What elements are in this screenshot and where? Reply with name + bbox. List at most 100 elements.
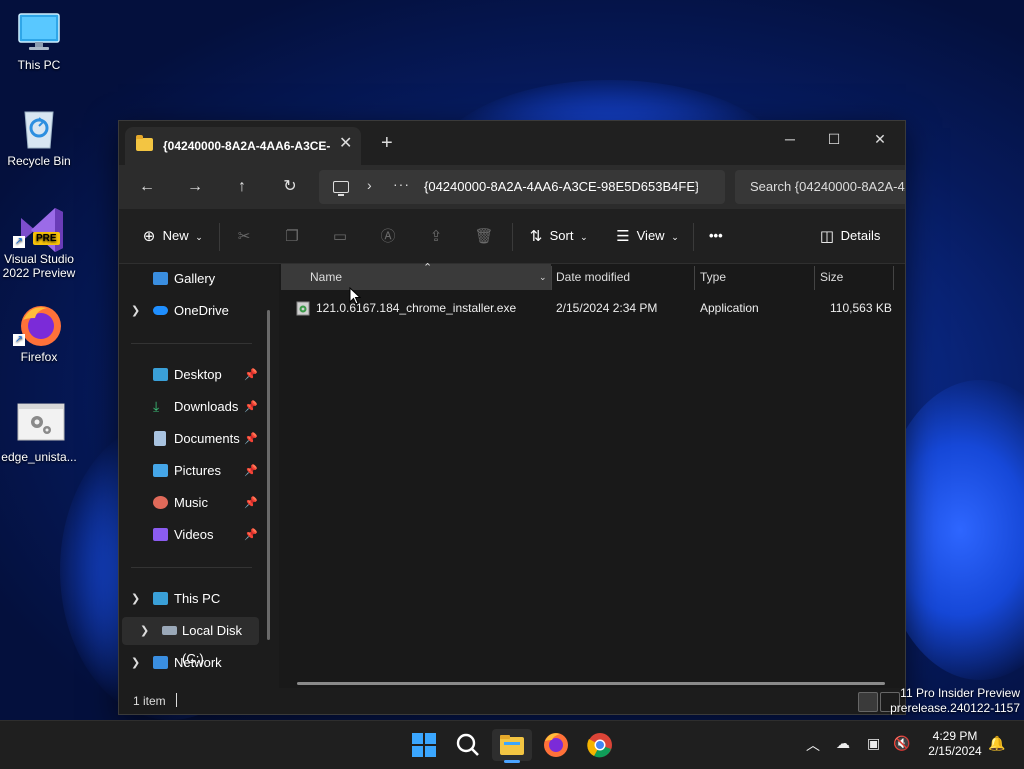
delete-icon[interactable]: 🗑	[474, 224, 494, 248]
chevron-down-icon[interactable]: ❯	[131, 585, 140, 613]
sidebar-item-videos[interactable]: Videos 📌	[119, 521, 279, 549]
tab-close-icon[interactable]: ✕	[339, 133, 352, 153]
close-button[interactable]: ✕	[857, 125, 903, 153]
pin-icon[interactable]: 📌	[244, 361, 258, 389]
windows-logo-icon	[412, 733, 436, 757]
desktop-icon-this-pc[interactable]: This PC	[0, 10, 78, 72]
path-overflow-button[interactable]: ···	[393, 176, 410, 192]
sidebar-item-onedrive[interactable]: ❯ OneDrive	[119, 297, 279, 325]
explorer-tab[interactable]: {04240000-8A2A-4AA6-A3CE- ✕	[125, 127, 361, 165]
chevron-right-icon[interactable]: ›	[367, 177, 372, 193]
pin-icon[interactable]: 📌	[244, 425, 258, 453]
search-button[interactable]	[448, 729, 488, 761]
sidebar-item-this-pc[interactable]: ❯ This PC	[119, 585, 279, 613]
new-button[interactable]: ⊕ New ⌄	[139, 224, 203, 248]
column-divider[interactable]	[814, 266, 815, 290]
up-arrow-icon[interactable]: ↑	[228, 175, 256, 199]
column-divider[interactable]	[893, 266, 894, 290]
refresh-icon[interactable]: ↻	[276, 175, 304, 199]
notification-bell-icon[interactable]: 🔔	[988, 735, 1005, 752]
sidebar-scrollbar[interactable]	[267, 310, 270, 640]
desktop-icon-label: Recycle Bin	[7, 154, 71, 168]
sort-button[interactable]: ⇅ Sort ⌄	[526, 224, 588, 248]
back-arrow-icon[interactable]: ←	[133, 175, 161, 199]
music-icon	[153, 496, 168, 509]
chevron-right-icon[interactable]: ❯	[140, 617, 149, 645]
chevron-down-icon[interactable]: ⌄	[539, 264, 547, 290]
start-button[interactable]	[404, 729, 444, 761]
details-view-button[interactable]	[858, 692, 878, 712]
sidebar-divider	[131, 343, 252, 344]
pin-icon[interactable]: 📌	[244, 521, 258, 549]
sidebar-item-local-disk[interactable]: ❯ Local Disk (C:)	[122, 617, 259, 666]
desktop-icon-firefox[interactable]: ↗ Firefox	[0, 302, 78, 364]
view-label: View	[636, 228, 665, 243]
mouse-cursor-icon	[349, 286, 362, 310]
share-icon[interactable]: ⇪	[426, 224, 446, 248]
this-pc-icon	[153, 592, 168, 605]
column-divider[interactable]	[694, 266, 695, 290]
sidebar-item-music[interactable]: Music 📌	[119, 489, 279, 517]
column-header-date[interactable]: Date modified	[556, 264, 630, 290]
column-header-size[interactable]: Size	[820, 264, 843, 290]
this-pc-icon[interactable]	[333, 181, 349, 196]
column-headers: Name ⌃ ⌄ Date modified Type Size	[279, 262, 905, 290]
taskbar-chrome[interactable]	[580, 729, 620, 761]
desktop-icon-visual-studio[interactable]: PRE ↗ Visual Studio 2022 Preview	[0, 204, 78, 280]
view-button[interactable]: ☰ View ⌄	[613, 224, 678, 248]
sidebar-item-gallery[interactable]: Gallery	[119, 265, 279, 293]
more-options-button[interactable]: •••	[709, 224, 723, 248]
column-divider[interactable]	[551, 266, 552, 290]
paste-icon[interactable]: ▭	[330, 224, 350, 248]
column-header-name[interactable]: Name ⌃ ⌄	[281, 262, 551, 290]
sidebar-item-label: OneDrive	[174, 303, 229, 318]
column-header-type[interactable]: Type	[700, 264, 726, 290]
sidebar-divider	[131, 567, 252, 568]
cloud-offline-icon[interactable]: ☁	[836, 735, 850, 752]
address-bar[interactable]: › ··· {04240000-8A2A-4AA6-A3CE-98E5D653B…	[319, 170, 725, 204]
active-app-indicator	[504, 760, 520, 763]
desktop-icon-label: edge_unista...	[1, 450, 77, 464]
pin-icon[interactable]: 📌	[244, 393, 258, 421]
volume-muted-icon[interactable]: 🔇	[893, 735, 910, 752]
taskbar-file-explorer[interactable]	[492, 729, 532, 763]
minimize-button[interactable]: ─	[767, 125, 813, 153]
status-divider	[176, 693, 177, 707]
maximize-button[interactable]: ☐	[811, 125, 857, 153]
system-clock[interactable]: 4:29 PM 2/15/2024	[920, 729, 990, 759]
sidebar-item-network[interactable]: ❯ Network	[119, 649, 279, 677]
horizontal-scrollbar[interactable]	[297, 682, 885, 685]
sidebar-item-downloads[interactable]: ⤓ Downloads 📌	[119, 393, 279, 421]
file-explorer-icon	[500, 735, 524, 755]
search-placeholder: Search {04240000-8A2A-4AA6-A3CE-98E5D653…	[750, 179, 905, 194]
file-name: 121.0.6167.184_chrome_installer.exe	[316, 301, 517, 315]
address-path[interactable]: {04240000-8A2A-4AA6-A3CE-98E5D653B4FE}	[424, 179, 698, 194]
sidebar-item-label: Documents	[174, 431, 240, 446]
pin-icon[interactable]: 📌	[244, 489, 258, 517]
table-row[interactable]: 121.0.6167.184_chrome_installer.exe 2/15…	[279, 296, 905, 320]
sidebar-item-pictures[interactable]: Pictures 📌	[119, 457, 279, 485]
chevron-right-icon[interactable]: ❯	[131, 297, 140, 325]
desktop-icon-edge-uninstall[interactable]: edge_unista...	[0, 402, 78, 464]
cut-icon[interactable]: ✂	[234, 224, 254, 248]
item-count: 1 item	[133, 694, 166, 708]
sidebar-item-desktop[interactable]: Desktop 📌	[119, 361, 279, 389]
copy-icon[interactable]: ❐	[282, 224, 302, 248]
chevron-right-icon[interactable]: ❯	[131, 649, 140, 677]
view-list-icon: ☰	[616, 227, 630, 245]
details-pane-button[interactable]: ◫ Details	[817, 224, 880, 248]
rename-icon[interactable]: Ⓐ	[378, 224, 398, 248]
taskbar-firefox[interactable]	[536, 729, 576, 761]
pin-icon[interactable]: 📌	[244, 457, 258, 485]
chrome-icon	[587, 733, 612, 758]
title-bar: {04240000-8A2A-4AA6-A3CE- ✕ + ─ ☐ ✕	[119, 121, 905, 165]
search-box[interactable]: Search {04240000-8A2A-4AA6-A3CE-98E5D653…	[735, 170, 905, 204]
desktop-icon-label: This PC	[17, 58, 61, 72]
show-hidden-icons-chevron-up-icon[interactable]: ︿	[806, 735, 820, 755]
forward-arrow-icon[interactable]: →	[181, 175, 209, 199]
desktop-icon-recycle-bin[interactable]: Recycle Bin	[0, 106, 78, 168]
desktop-icon-label: Visual Studio 2022 Preview	[2, 252, 76, 280]
network-icon[interactable]: ▣	[867, 735, 880, 752]
new-tab-button[interactable]: +	[381, 132, 393, 155]
sidebar-item-documents[interactable]: Documents 📌	[119, 425, 279, 453]
